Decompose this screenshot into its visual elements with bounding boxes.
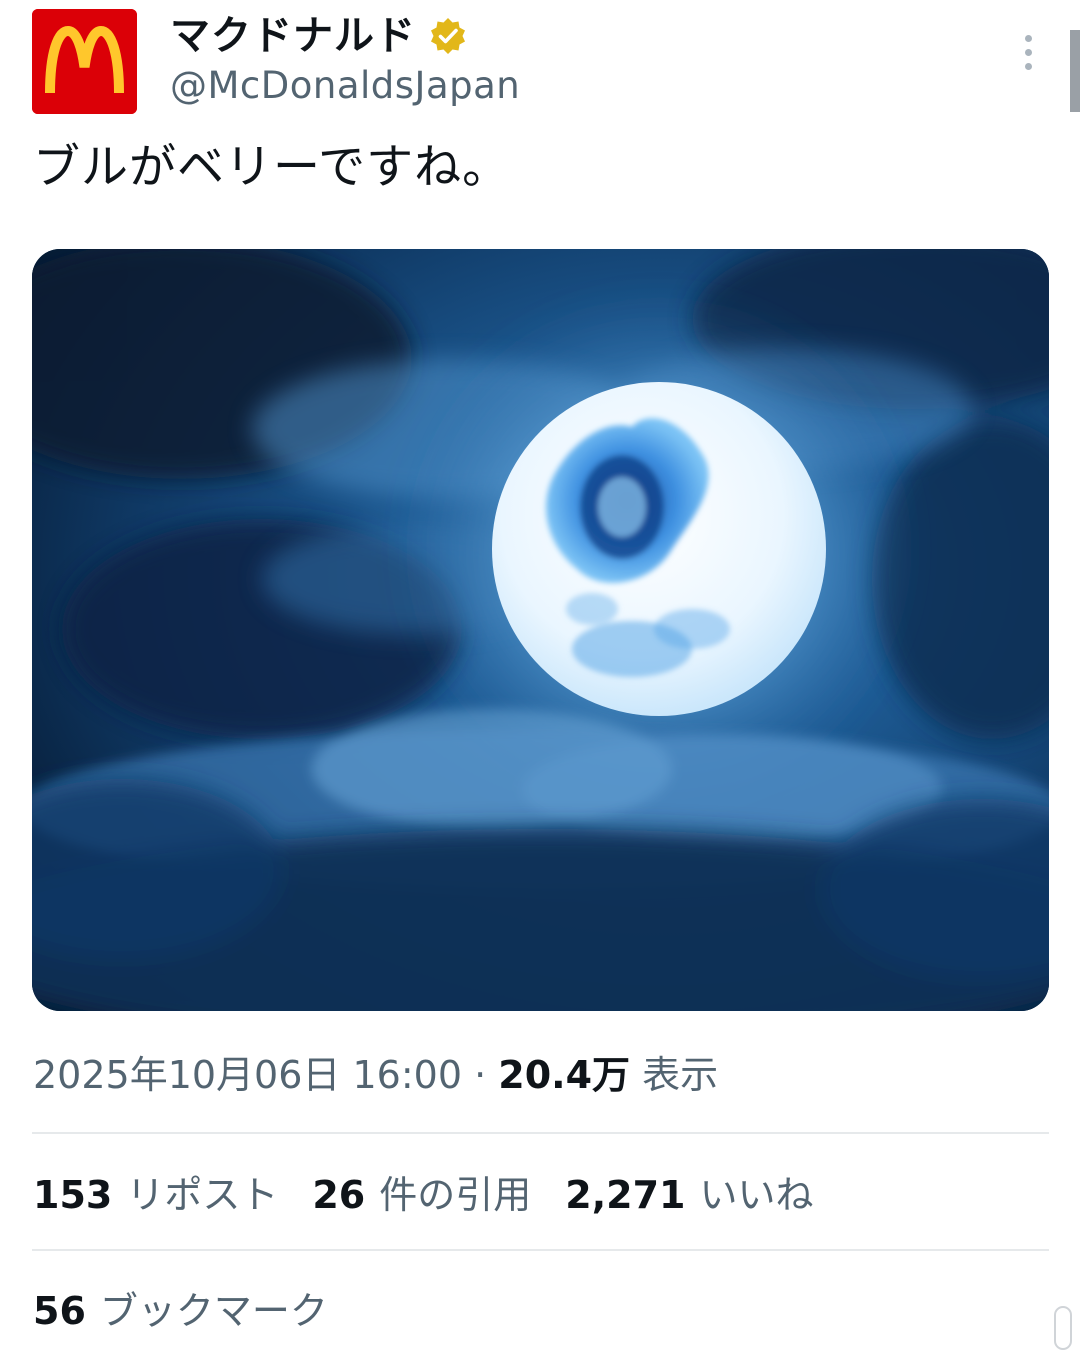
- mcdonalds-logo-icon: [32, 9, 137, 114]
- more-dot: [1024, 34, 1032, 42]
- meta-separator: ·: [474, 1053, 487, 1097]
- engagement-stats: 153 リポスト 26 件の引用 2,271 いいね: [33, 1168, 847, 1222]
- scroll-indicator[interactable]: [1054, 1306, 1072, 1350]
- tweet-meta: 2025年10月06日 16:00 · 20.4万 表示: [33, 1048, 718, 1102]
- verified-badge-icon: [431, 18, 465, 54]
- quotes-stat[interactable]: 26 件の引用: [312, 1168, 531, 1222]
- more-options-icon[interactable]: [1010, 30, 1046, 74]
- scrollbar-thumb[interactable]: [1070, 30, 1080, 112]
- bookmarks-stat[interactable]: 56 ブックマーク: [33, 1284, 328, 1338]
- author-handle[interactable]: @McDonaldsJapan: [170, 62, 520, 110]
- more-dot: [1024, 62, 1032, 70]
- author-display-name[interactable]: マクドナルド: [170, 12, 416, 60]
- quotes-label: 件の引用: [379, 1173, 532, 1217]
- divider: [32, 1249, 1049, 1251]
- retweets-stat[interactable]: 153 リポスト: [33, 1168, 278, 1222]
- likes-label: いいね: [699, 1173, 814, 1217]
- author-name-row[interactable]: マクドナルド: [170, 12, 468, 60]
- more-dot: [1024, 48, 1032, 56]
- bookmarks-label: ブックマーク: [99, 1289, 328, 1333]
- tweet-timestamp[interactable]: 2025年10月06日 16:00: [33, 1053, 462, 1097]
- bookmarks-count: 56: [33, 1289, 86, 1333]
- full-moon-image: [32, 249, 1049, 1011]
- avatar[interactable]: [32, 9, 137, 114]
- quotes-count: 26: [312, 1173, 366, 1217]
- likes-stat[interactable]: 2,271 いいね: [565, 1168, 813, 1222]
- tweet-media-image[interactable]: [32, 249, 1049, 1011]
- retweets-label: リポスト: [126, 1173, 279, 1217]
- likes-count: 2,271: [565, 1173, 686, 1217]
- tweet-text: ブルがベリーですね。: [33, 140, 511, 195]
- divider: [32, 1132, 1049, 1134]
- retweets-count: 153: [33, 1173, 113, 1217]
- views-label: 表示: [642, 1053, 719, 1097]
- views-count: 20.4万: [498, 1053, 631, 1097]
